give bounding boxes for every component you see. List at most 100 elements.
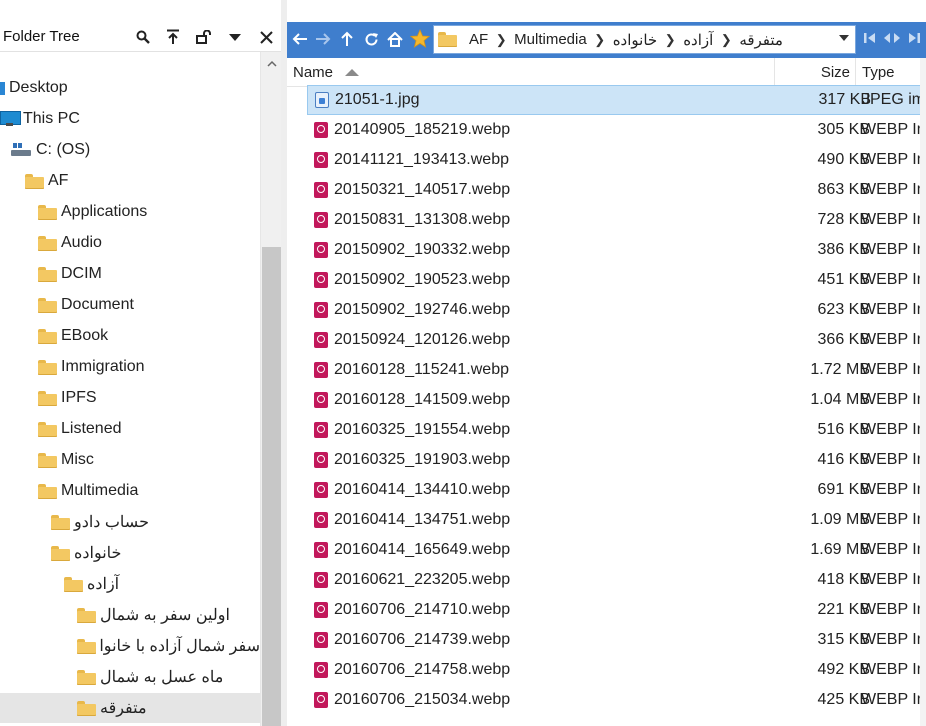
folder-icon: [38, 452, 57, 468]
tree-item-avalin-safar[interactable]: اولین سفر به شمال: [0, 600, 260, 630]
file-row[interactable]: 20141121_193413.webp 490 KBWEBP Image: [307, 145, 926, 175]
tree-item-listened[interactable]: Listened: [0, 414, 260, 444]
breadcrumb-azadeh[interactable]: آزاده: [683, 31, 713, 49]
tree-item-label: اولین سفر به شمال: [100, 607, 230, 624]
column-divider[interactable]: [774, 58, 775, 86]
breadcrumb-af[interactable]: AF: [469, 31, 488, 48]
tree-item-ipfs[interactable]: IPFS: [0, 383, 260, 413]
tree-item-hesab-dado[interactable]: حساب دادو: [0, 507, 260, 537]
file-type: WEBP Image: [861, 571, 926, 588]
tree-item-ebook[interactable]: EBook: [0, 321, 260, 351]
tree-scrollbar[interactable]: [260, 52, 281, 726]
chevron-right-icon[interactable]: ❯: [593, 32, 607, 48]
swap-panes-icon[interactable]: [883, 31, 901, 50]
tree-item-multimedia[interactable]: Multimedia: [0, 476, 260, 506]
chevron-right-icon[interactable]: ❯: [719, 32, 733, 48]
column-divider[interactable]: [855, 58, 856, 86]
webp-file-icon: [314, 692, 328, 708]
address-dropdown-icon[interactable]: [839, 35, 849, 41]
file-row[interactable]: 20150831_131308.webp 728 KBWEBP Image: [307, 205, 926, 235]
scrollbar-thumb[interactable]: [262, 247, 281, 726]
column-header-name[interactable]: Name: [293, 58, 773, 87]
file-row[interactable]: 21051-1.jpg 317 KBJPEG image: [307, 85, 926, 115]
file-row[interactable]: 20150902_190523.webp 451 KBWEBP Image: [307, 265, 926, 295]
tree-item-safar-shomal[interactable]: سفر شمال آزاده با خانواده: [0, 631, 260, 661]
tree-item-this-pc[interactable]: This PC: [0, 104, 260, 134]
refresh-icon[interactable]: [360, 28, 382, 50]
file-row[interactable]: 20160414_134751.webp 1.09 MBWEBP Image: [307, 505, 926, 535]
favorites-star-icon[interactable]: [408, 28, 432, 50]
file-type: WEBP Image: [861, 121, 926, 138]
scroll-up-icon[interactable]: [261, 52, 281, 74]
file-size: 386 KB: [817, 241, 870, 258]
file-row[interactable]: 20160706_214758.webp 492 KBWEBP Image: [307, 655, 926, 685]
file-row[interactable]: 20150902_190332.webp 386 KBWEBP Image: [307, 235, 926, 265]
tree-item-audio[interactable]: Audio: [0, 228, 260, 258]
next-pane-icon[interactable]: [907, 31, 921, 50]
collapse-to-top-icon[interactable]: [160, 22, 186, 52]
up-icon[interactable]: [336, 28, 358, 50]
tree-item-c-drive[interactable]: C: (OS): [0, 135, 260, 165]
file-name: 20160128_115241.webp: [334, 361, 509, 378]
tree-item-immigration[interactable]: Immigration: [0, 352, 260, 382]
file-row[interactable]: 20160414_134410.webp 691 KBWEBP Image: [307, 475, 926, 505]
file-size: 305 KB: [817, 121, 870, 138]
file-type: WEBP Image: [861, 331, 926, 348]
file-row[interactable]: 20150321_140517.webp 863 KBWEBP Image: [307, 175, 926, 205]
file-row[interactable]: 20140905_185219.webp 305 KBWEBP Image: [307, 115, 926, 145]
file-name: 20160414_134751.webp: [334, 511, 511, 528]
file-row[interactable]: 20160414_165649.webp 1.69 MBWEBP Image: [307, 535, 926, 565]
column-header-row: Name Size Type: [287, 58, 926, 87]
file-list-scrollbar[interactable]: [920, 58, 926, 726]
file-type: WEBP Image: [861, 151, 926, 168]
tree-item-label: Listened: [61, 420, 122, 437]
file-list: 21051-1.jpg 317 KBJPEG image 20140905_1852…: [287, 85, 926, 726]
file-row[interactable]: 20160706_214710.webp 221 KBWEBP Image: [307, 595, 926, 625]
webp-file-icon: [314, 212, 328, 228]
chevron-right-icon[interactable]: ❯: [494, 32, 508, 48]
file-row[interactable]: 20160706_215034.webp 425 KBWEBP Image: [307, 685, 926, 715]
chevron-down-icon[interactable]: [222, 22, 248, 52]
file-size: 451 KB: [817, 271, 870, 288]
tree-item-document[interactable]: Document: [0, 290, 260, 320]
chevron-right-icon[interactable]: ❯: [663, 32, 677, 48]
sort-ascending-icon: [345, 69, 360, 76]
file-row[interactable]: 20160325_191903.webp 416 KBWEBP Image: [307, 445, 926, 475]
breadcrumb-motefareghe[interactable]: متفرقه: [739, 31, 783, 49]
unlock-icon[interactable]: [191, 22, 217, 52]
tree-item-label: AF: [48, 172, 69, 189]
tree-item-motefareghe[interactable]: متفرقه: [0, 693, 260, 723]
file-row[interactable]: 20160325_191554.webp 516 KBWEBP Image: [307, 415, 926, 445]
previous-pane-icon[interactable]: [863, 31, 877, 50]
forward-icon[interactable]: [312, 28, 334, 50]
file-row[interactable]: 20150902_192746.webp 623 KBWEBP Image: [307, 295, 926, 325]
home-icon[interactable]: [384, 28, 406, 50]
tree-item-dcim[interactable]: DCIM: [0, 259, 260, 289]
close-icon[interactable]: [253, 22, 279, 52]
file-row[interactable]: 20160128_141509.webp 1.04 MBWEBP Image: [307, 385, 926, 415]
file-row[interactable]: 20150924_120126.webp 366 KBWEBP Image: [307, 325, 926, 355]
tree-item-applications[interactable]: Applications: [0, 197, 260, 227]
tree-item-label: Applications: [61, 203, 148, 220]
address-bar[interactable]: AF ❯ Multimedia ❯ خانواده ❯ آزاده ❯ متفر…: [433, 25, 856, 54]
tree-item-label: This PC: [23, 110, 80, 127]
webp-file-icon: [314, 572, 328, 588]
column-header-type[interactable]: Type: [862, 58, 922, 87]
breadcrumb-multimedia[interactable]: Multimedia: [514, 31, 587, 48]
file-row[interactable]: 20160621_223205.webp 418 KBWEBP Image: [307, 565, 926, 595]
tree-item-desktop[interactable]: Desktop: [0, 73, 260, 103]
column-header-size[interactable]: Size: [775, 58, 850, 87]
folder-icon: [51, 514, 70, 530]
breadcrumb-khanevadeh[interactable]: خانواده: [613, 31, 657, 49]
tree-item-azadeh[interactable]: آزاده: [0, 569, 260, 599]
file-name: 20150902_190523.webp: [334, 271, 511, 288]
tree-item-misc[interactable]: Misc: [0, 445, 260, 475]
file-name: 20150902_192746.webp: [334, 301, 511, 318]
tree-item-mah-asal[interactable]: ماه عسل به شمال: [0, 662, 260, 692]
search-icon[interactable]: [130, 22, 156, 52]
tree-item-af[interactable]: AF: [0, 166, 260, 196]
file-row[interactable]: 20160706_214739.webp 315 KBWEBP Image: [307, 625, 926, 655]
file-row[interactable]: 20160128_115241.webp 1.72 MBWEBP Image: [307, 355, 926, 385]
tree-item-khanevadeh[interactable]: خانواده: [0, 538, 260, 568]
back-icon[interactable]: [289, 28, 311, 50]
